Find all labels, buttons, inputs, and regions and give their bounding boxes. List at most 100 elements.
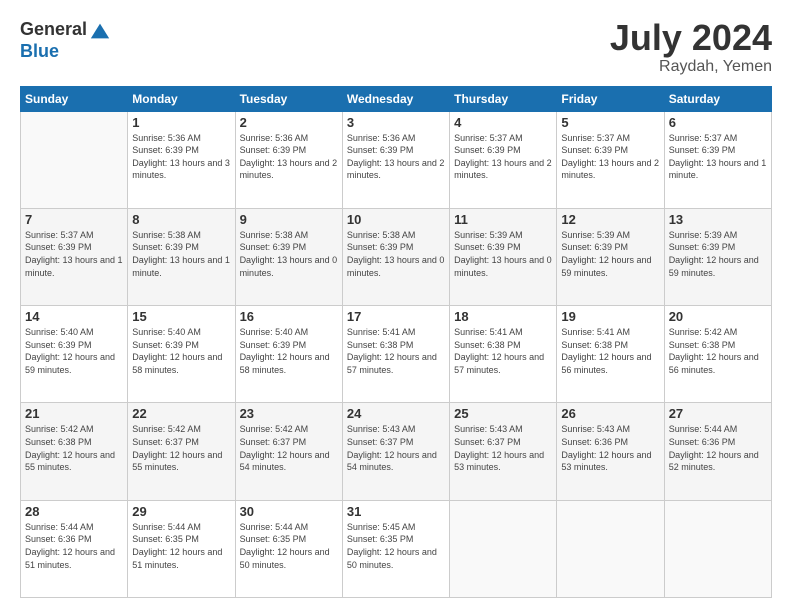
day-info: Sunrise: 5:40 AM Sunset: 6:39 PM Dayligh… [240,326,338,376]
calendar-cell: 15Sunrise: 5:40 AM Sunset: 6:39 PM Dayli… [128,306,235,403]
day-number: 25 [454,406,552,421]
day-info: Sunrise: 5:37 AM Sunset: 6:39 PM Dayligh… [454,132,552,182]
day-info: Sunrise: 5:41 AM Sunset: 6:38 PM Dayligh… [347,326,445,376]
location-title: Raydah, Yemen [610,58,772,76]
calendar-cell: 6 Sunrise: 5:37 AM Sunset: 6:39 PM Daylig… [664,111,771,208]
day-info: Sunrise: 5:36 AM Sunset: 6:39 PM Dayligh… [132,132,230,182]
day-number: 14 [25,309,123,324]
day-info: Sunrise: 5:41 AM Sunset: 6:38 PM Dayligh… [561,326,659,376]
col-tuesday: Tuesday [235,86,342,111]
month-title: July 2024 [610,18,772,58]
calendar-cell: 7 Sunrise: 5:37 AM Sunset: 6:39 PM Daylig… [21,208,128,305]
calendar-cell: 5 Sunrise: 5:37 AM Sunset: 6:39 PM Daylig… [557,111,664,208]
day-info: Sunrise: 5:44 AM Sunset: 6:36 PM Dayligh… [669,423,767,473]
day-number: 12 [561,212,659,227]
day-number: 21 [25,406,123,421]
day-info: Sunrise: 5:36 AM Sunset: 6:39 PM Dayligh… [240,132,338,182]
day-number: 13 [669,212,767,227]
day-number: 31 [347,504,445,519]
day-number: 17 [347,309,445,324]
day-info: Sunrise: 5:38 AM Sunset: 6:39 PM Dayligh… [240,229,338,279]
day-number: 9 [240,212,338,227]
day-info: Sunrise: 5:37 AM Sunset: 6:39 PM Dayligh… [669,132,767,182]
calendar-cell: 28 Sunrise: 5:44 AM Sunset: 6:36 PM Dayli… [21,500,128,597]
day-number: 27 [669,406,767,421]
calendar-cell: 20Sunrise: 5:42 AM Sunset: 6:38 PM Dayli… [664,306,771,403]
week-row-5: 28 Sunrise: 5:44 AM Sunset: 6:36 PM Dayli… [21,500,772,597]
calendar-cell: 31 Sunrise: 5:45 AM Sunset: 6:35 PM Dayli… [342,500,449,597]
calendar-cell: 4 Sunrise: 5:37 AM Sunset: 6:39 PM Daylig… [450,111,557,208]
day-info: Sunrise: 5:38 AM Sunset: 6:39 PM Dayligh… [347,229,445,279]
day-info: Sunrise: 5:39 AM Sunset: 6:39 PM Dayligh… [669,229,767,279]
col-wednesday: Wednesday [342,86,449,111]
day-number: 8 [132,212,230,227]
col-monday: Monday [128,86,235,111]
day-number: 5 [561,115,659,130]
day-number: 18 [454,309,552,324]
header-row: Sunday Monday Tuesday Wednesday Thursday… [21,86,772,111]
calendar-cell: 10 Sunrise: 5:38 AM Sunset: 6:39 PM Dayli… [342,208,449,305]
day-info: Sunrise: 5:42 AM Sunset: 6:38 PM Dayligh… [25,423,123,473]
day-number: 4 [454,115,552,130]
calendar-cell: 30Sunrise: 5:44 AM Sunset: 6:35 PM Dayli… [235,500,342,597]
calendar-cell: 11Sunrise: 5:39 AM Sunset: 6:39 PM Dayli… [450,208,557,305]
calendar-cell: 17 Sunrise: 5:41 AM Sunset: 6:38 PM Dayli… [342,306,449,403]
calendar-cell [557,500,664,597]
day-info: Sunrise: 5:36 AM Sunset: 6:39 PM Dayligh… [347,132,445,182]
calendar-cell: 14Sunrise: 5:40 AM Sunset: 6:39 PM Dayli… [21,306,128,403]
day-info: Sunrise: 5:39 AM Sunset: 6:39 PM Dayligh… [561,229,659,279]
day-info: Sunrise: 5:43 AM Sunset: 6:36 PM Dayligh… [561,423,659,473]
calendar-cell: 22 Sunrise: 5:42 AM Sunset: 6:37 PM Dayli… [128,403,235,500]
col-friday: Friday [557,86,664,111]
week-row-1: 1Sunrise: 5:36 AM Sunset: 6:39 PM Daylig… [21,111,772,208]
day-info: Sunrise: 5:39 AM Sunset: 6:39 PM Dayligh… [454,229,552,279]
calendar-cell: 27 Sunrise: 5:44 AM Sunset: 6:36 PM Dayli… [664,403,771,500]
day-number: 29 [132,504,230,519]
calendar-cell: 8 Sunrise: 5:38 AM Sunset: 6:39 PM Daylig… [128,208,235,305]
calendar-table: Sunday Monday Tuesday Wednesday Thursday… [20,86,772,598]
day-number: 20 [669,309,767,324]
day-number: 7 [25,212,123,227]
calendar-cell [664,500,771,597]
col-saturday: Saturday [664,86,771,111]
calendar-cell [450,500,557,597]
calendar-cell: 24 Sunrise: 5:43 AM Sunset: 6:37 PM Dayli… [342,403,449,500]
day-number: 24 [347,406,445,421]
day-info: Sunrise: 5:37 AM Sunset: 6:39 PM Dayligh… [561,132,659,182]
day-info: Sunrise: 5:43 AM Sunset: 6:37 PM Dayligh… [347,423,445,473]
calendar-cell: 18 Sunrise: 5:41 AM Sunset: 6:38 PM Dayli… [450,306,557,403]
day-number: 10 [347,212,445,227]
day-info: Sunrise: 5:44 AM Sunset: 6:35 PM Dayligh… [132,521,230,571]
day-info: Sunrise: 5:37 AM Sunset: 6:39 PM Dayligh… [25,229,123,279]
col-thursday: Thursday [450,86,557,111]
week-row-3: 14 Sunrise: 5:40 AM Sunset: 6:39 PM Dayli… [21,306,772,403]
calendar-cell: 12 Sunrise: 5:39 AM Sunset: 6:39 PM Dayli… [557,208,664,305]
day-info: Sunrise: 5:45 AM Sunset: 6:35 PM Dayligh… [347,521,445,571]
day-info: Sunrise: 5:44 AM Sunset: 6:36 PM Dayligh… [25,521,123,571]
day-number: 3 [347,115,445,130]
day-number: 28 [25,504,123,519]
calendar-cell: 9 Sunrise: 5:38 AM Sunset: 6:39 PM Daylig… [235,208,342,305]
day-number: 19 [561,309,659,324]
page: General Blue July 2024 Raydah, Yemen Sun… [0,0,792,612]
day-number: 6 [669,115,767,130]
day-info: Sunrise: 5:41 AM Sunset: 6:38 PM Dayligh… [454,326,552,376]
calendar-cell: 13 Sunrise: 5:39 AM Sunset: 6:39 PM Dayli… [664,208,771,305]
day-info: Sunrise: 5:38 AM Sunset: 6:39 PM Dayligh… [132,229,230,279]
week-row-4: 21 Sunrise: 5:42 AM Sunset: 6:38 PM Dayli… [21,403,772,500]
logo-icon [89,20,111,42]
calendar-cell [21,111,128,208]
day-info: Sunrise: 5:42 AM Sunset: 6:37 PM Dayligh… [132,423,230,473]
logo-blue-text: Blue [20,42,111,62]
day-number: 22 [132,406,230,421]
day-info: Sunrise: 5:43 AM Sunset: 6:37 PM Dayligh… [454,423,552,473]
day-number: 15 [132,309,230,324]
calendar-cell: 19 Sunrise: 5:41 AM Sunset: 6:38 PM Dayli… [557,306,664,403]
calendar-cell: 3 Sunrise: 5:36 AM Sunset: 6:39 PM Daylig… [342,111,449,208]
calendar-cell: 29 Sunrise: 5:44 AM Sunset: 6:35 PM Dayli… [128,500,235,597]
calendar-cell: 1Sunrise: 5:36 AM Sunset: 6:39 PM Daylig… [128,111,235,208]
day-number: 23 [240,406,338,421]
calendar-cell: 26Sunrise: 5:43 AM Sunset: 6:36 PM Dayli… [557,403,664,500]
calendar-cell: 25 Sunrise: 5:43 AM Sunset: 6:37 PM Dayli… [450,403,557,500]
calendar-cell: 23Sunrise: 5:42 AM Sunset: 6:37 PM Dayli… [235,403,342,500]
